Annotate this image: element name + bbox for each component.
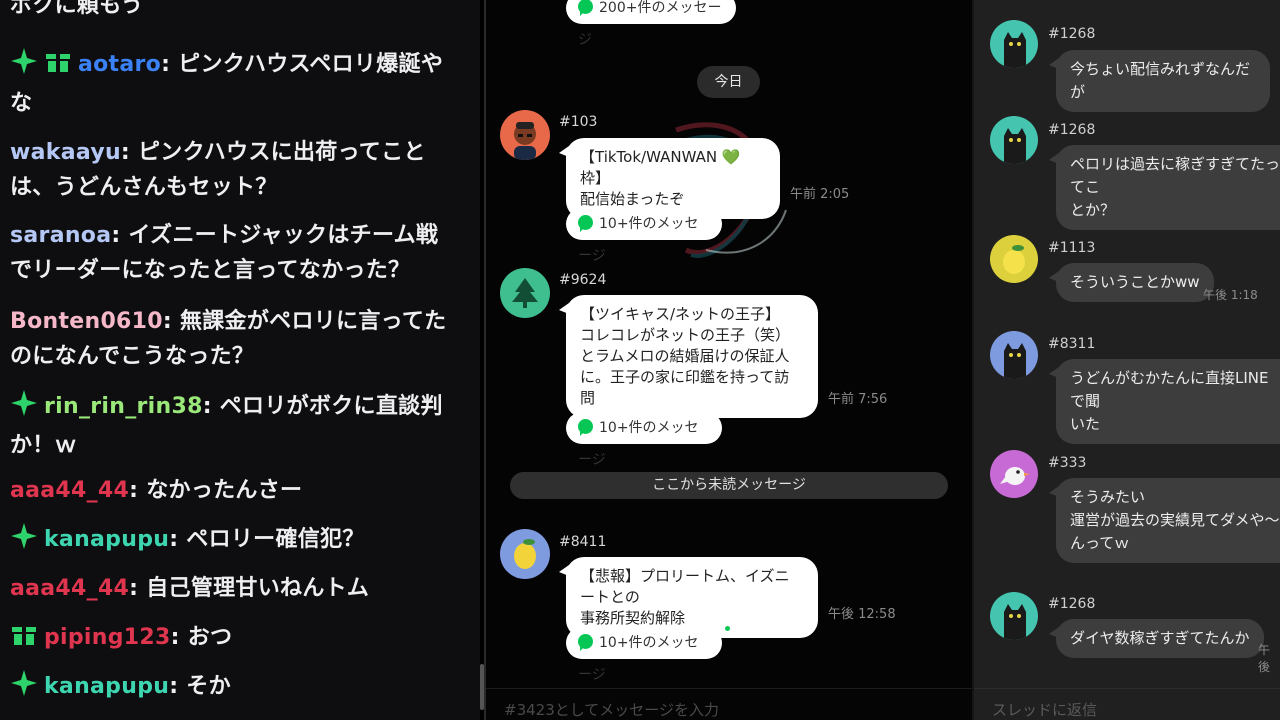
post-number: #1268: [1048, 122, 1096, 138]
gift-badge-icon[interactable]: [10, 620, 38, 659]
lemon-avatar-icon[interactable]: [500, 529, 550, 579]
username-separator: :: [120, 140, 138, 165]
message-time: 午前 2:05: [790, 187, 850, 202]
cat-avatar-icon[interactable]: [990, 592, 1038, 640]
post-number: #333: [1048, 455, 1087, 471]
message-time: 午後 1:18: [1203, 288, 1258, 302]
chat-message: aotaro: ピンクハウスペロリ爆誕や な: [10, 47, 460, 121]
tree-avatar-icon[interactable]: [500, 268, 550, 318]
post-number: #8411: [559, 534, 607, 550]
chat-username[interactable]: aotaro: [78, 52, 161, 77]
chat-message: kanapupu: ペロリー確信犯？: [10, 522, 460, 561]
thread-panel: #1268 今ちょい配信みれずなんだが #1268 ペロリは過去に稼ぎすぎてたっ…: [974, 0, 1280, 720]
chat-username[interactable]: aaa44_44: [10, 576, 129, 601]
stream-chat-panel[interactable]: ボクに頼もう aotaro: ピンクハウスペロリ爆誕や な wakaayu: ピンク…: [0, 0, 480, 720]
post-number: #103: [559, 114, 598, 130]
man-avatar-icon[interactable]: [500, 110, 550, 160]
chat-username[interactable]: piping123: [44, 625, 171, 650]
chat-message-text: なかったんさー: [146, 478, 303, 503]
chat-message: wakaayu: ピンクハウスに出荷ってこと は、うどんさんもセット？: [10, 135, 460, 205]
chat-message-text: そか: [186, 674, 231, 699]
thread-label: 10+件のメッセージ: [578, 635, 699, 683]
message-bubble[interactable]: 【ツイキャス/ネットの王子】 コレコレがネットの王子（笑） とラムメロの結婚届け…: [559, 295, 818, 418]
chat-username[interactable]: aaa44_44: [10, 478, 129, 503]
message-time: 午前 7:56: [828, 392, 888, 407]
cat-avatar-icon[interactable]: [990, 331, 1038, 379]
chat-username[interactable]: rin_rin_rin38: [44, 394, 203, 419]
reply-bubble[interactable]: そうみたい 運営が過去の実績見てダメや〜 んってｗ: [1049, 478, 1280, 563]
chat-username[interactable]: Bonten0610: [10, 309, 163, 334]
post-number: #8311: [1048, 336, 1096, 352]
username-separator: :: [162, 309, 180, 334]
post-number: #9624: [559, 272, 607, 288]
username-separator: :: [111, 223, 129, 248]
new-indicator-dot: [725, 626, 730, 631]
thread-button[interactable]: 10+件のメッセージ: [566, 412, 722, 468]
chat-message-text: 自己管理甘いねんトム: [146, 576, 370, 601]
username-separator: :: [169, 527, 187, 552]
sparkle-badge-icon[interactable]: [10, 669, 38, 708]
chat-username[interactable]: saranoa: [10, 223, 111, 248]
message-time: 午後 12:58: [828, 607, 896, 622]
chat-message: piping123: おつ: [10, 620, 460, 659]
chat-message: Bonten0610: 無課金がペロリに言ってた のになんでこうなった？: [10, 304, 460, 374]
chat-message: aaa44_44: なかったんさー: [10, 473, 460, 508]
reply-bubble[interactable]: うどんがむかたんに直接LINEで聞 いた: [1049, 359, 1280, 444]
chat-bubble-icon: [578, 419, 593, 436]
sparkle-badge-icon[interactable]: [10, 389, 38, 428]
sparkle-badge-icon[interactable]: [10, 47, 38, 86]
chat-message: ボクに頼もう: [10, 0, 460, 23]
username-separator: :: [170, 625, 188, 650]
thread-button[interactable]: 10+件のメッセージ: [566, 208, 722, 264]
thread-label: 200+件のメッセージ: [578, 0, 722, 48]
chat-message: saranoa: イズニートジャックはチーム戦 でリーダーになったと言ってなかっ…: [10, 218, 460, 288]
message-input[interactable]: #3423としてメッセージを入力: [486, 688, 972, 720]
unread-separator: ここから未読メッセージ: [510, 472, 948, 499]
thread-reply-input[interactable]: スレッドに返信: [974, 688, 1280, 720]
sparkle-badge-icon[interactable]: [10, 522, 38, 561]
gift-badge-icon[interactable]: [44, 47, 72, 86]
message-bubble[interactable]: 【TikTok/WANWAN 💚 枠】 配信始まったぞ: [559, 138, 780, 219]
reply-bubble[interactable]: そういうことかww: [1049, 263, 1214, 302]
chat-message-text: ペロリー確信犯？: [186, 527, 365, 552]
message-time: 午後: [1258, 643, 1271, 674]
post-number: #1268: [1048, 596, 1096, 612]
reply-bubble[interactable]: ダイヤ数稼ぎすぎてたんか: [1049, 619, 1264, 658]
username-separator: :: [169, 674, 187, 699]
cat-avatar-icon[interactable]: [990, 116, 1038, 164]
message-bubble[interactable]: 【悲報】プロリートム、イズニートとの 事務所契約解除: [559, 557, 818, 638]
chat-message: kanapupu: そか: [10, 669, 460, 708]
day-separator: 今日: [697, 66, 760, 98]
post-number: #1268: [1048, 26, 1096, 42]
reply-bubble[interactable]: 今ちょい配信みれずなんだが: [1049, 50, 1270, 112]
chat-username[interactable]: kanapupu: [44, 674, 169, 699]
chat-message: aaa44_44: 自己管理甘いねんトム: [10, 571, 460, 606]
username-separator: :: [129, 576, 147, 601]
username-separator: :: [202, 394, 220, 419]
reply-bubble[interactable]: ペロリは過去に稼ぎすぎてたってこ とか？: [1049, 145, 1280, 230]
post-number: #1113: [1048, 240, 1096, 256]
username-separator: :: [129, 478, 147, 503]
chat-message-text: おつ: [187, 625, 233, 650]
chat-message: rin_rin_rin38: ペロリがボクに直談判 か！ｗ: [10, 389, 460, 463]
thread-button[interactable]: 200+件のメッセージ: [566, 0, 736, 48]
chat-username[interactable]: wakaayu: [10, 140, 121, 165]
chat-bubble-icon: [578, 215, 593, 232]
username-separator: :: [161, 52, 179, 77]
chat-message-text: ボクに頼もう: [10, 0, 144, 18]
bird-avatar-icon[interactable]: [990, 450, 1038, 498]
lemon-avatar-icon[interactable]: [990, 235, 1038, 283]
thread-label: 10+件のメッセージ: [578, 420, 699, 468]
chat-bubble-icon: [578, 634, 593, 651]
cat-avatar-icon[interactable]: [990, 20, 1038, 68]
openchat-panel: 200+件のメッセージ 今日 #103 【TikTok/WANWAN 💚 枠】 …: [486, 0, 972, 720]
chat-bubble-icon: [578, 0, 593, 16]
chat-message-text: ピンクハウスペロリ爆誕や な: [10, 52, 444, 116]
chat-username[interactable]: kanapupu: [44, 527, 169, 552]
thread-button[interactable]: 10+件のメッセージ: [566, 627, 722, 683]
